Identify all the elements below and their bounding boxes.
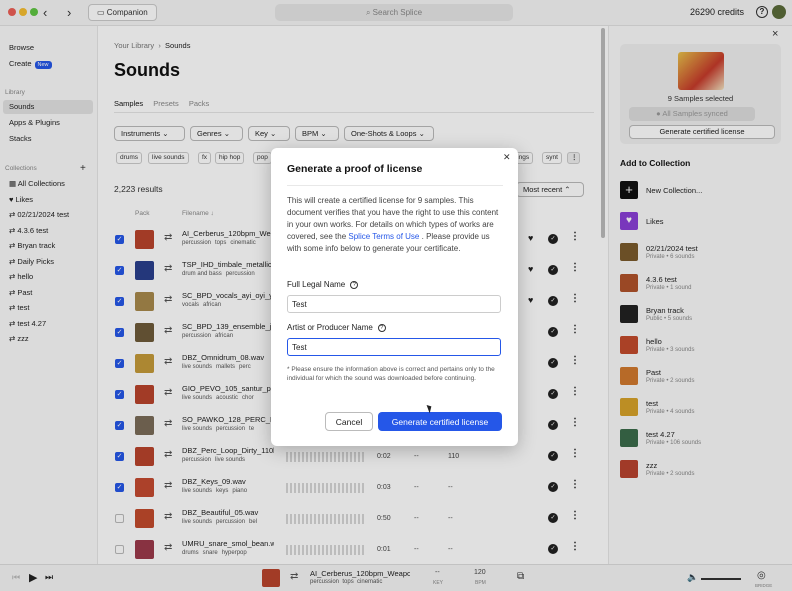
artist-name-input[interactable] (287, 338, 501, 356)
divider (287, 185, 503, 186)
generate-license-confirm-button[interactable]: Generate certified license (378, 412, 502, 431)
legal-name-label: Full Legal Name? (287, 280, 359, 289)
dialog-description: This will create a certified license for… (287, 196, 499, 253)
dialog-title: Generate a proof of license (287, 163, 423, 175)
help-icon[interactable]: ? (377, 323, 386, 332)
cancel-button[interactable]: Cancel (325, 412, 373, 431)
legal-name-input[interactable] (287, 295, 501, 313)
terms-of-use-link[interactable]: Splice Terms of Use (348, 232, 419, 241)
dialog-note: * Please ensure the information above is… (287, 366, 495, 382)
help-icon[interactable]: ? (350, 280, 359, 289)
artist-name-label: Artist or Producer Name? (287, 323, 386, 332)
license-dialog: Generate a proof of license ✕ This will … (271, 148, 518, 446)
close-icon[interactable]: ✕ (503, 152, 511, 163)
